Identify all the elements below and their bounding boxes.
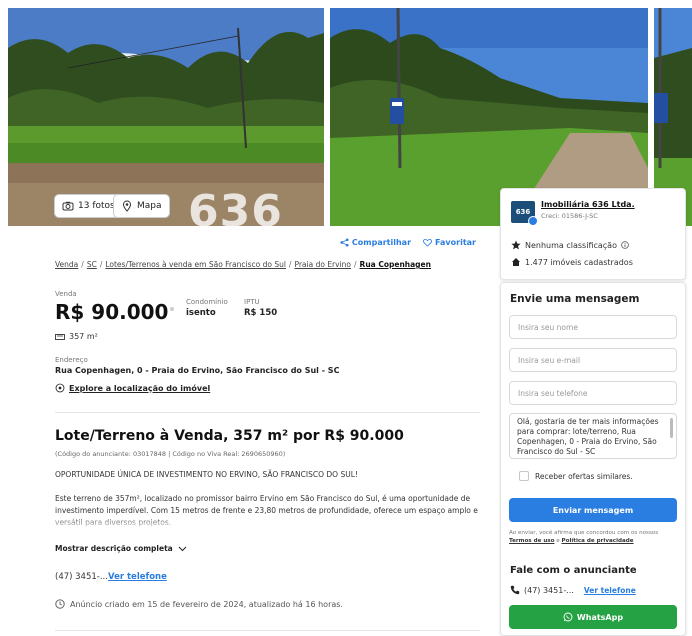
- explore-location-link[interactable]: Explore a localização do imóvel: [55, 383, 210, 393]
- terms-prefix: Ao enviar, você afirma que concordou com…: [509, 530, 659, 536]
- breadcrumb: Venda / SC / Lotes/Terrenos à venda em São F…: [55, 260, 431, 269]
- agency-name-link[interactable]: Imobiliária 636 Ltda.: [541, 200, 635, 209]
- map-label: Mapa: [137, 201, 162, 211]
- phone-input[interactable]: Insira seu telefone: [509, 381, 677, 405]
- address-label: Endereço: [55, 356, 88, 364]
- verified-badge-icon: [528, 216, 538, 226]
- show-phone-link[interactable]: Ver telefone: [108, 572, 167, 582]
- similar-offers-label: Receber ofertas similares.: [535, 471, 633, 481]
- divider: [55, 630, 480, 631]
- iptu-label: IPTU: [244, 298, 260, 306]
- map-button[interactable]: Mapa: [113, 194, 170, 218]
- advertiser-phone: (47) 3451-... Ver telefone: [510, 585, 636, 595]
- contact-form-title: Envie uma mensagem: [510, 293, 640, 305]
- separator-dot: [170, 307, 174, 311]
- breadcrumb-link[interactable]: Praia do Ervino: [294, 260, 351, 269]
- contact-form-card: Envie uma mensagem Insira seu nome Insir…: [500, 282, 686, 636]
- terms-and: e: [556, 538, 560, 544]
- advertiser-phone-prefix: (47) 3451-...: [524, 585, 574, 595]
- condo-value: isento: [186, 308, 216, 318]
- area-info: 357 m²: [55, 332, 98, 341]
- breadcrumb-link[interactable]: Venda: [55, 260, 78, 269]
- watermark-logo: 636: [188, 186, 283, 226]
- iptu-value: R$ 150: [244, 308, 278, 318]
- email-input[interactable]: Insira seu e-mail: [509, 348, 677, 372]
- advertiser-show-phone-link[interactable]: Ver telefone: [584, 586, 636, 595]
- address-text: Rua Copenhagen, 0 - Praia do Ervino, São…: [55, 366, 340, 375]
- name-input[interactable]: Insira seu nome: [509, 315, 677, 339]
- whatsapp-button[interactable]: WhatsApp: [509, 605, 677, 629]
- phone-prefix: (47) 3451-...: [55, 572, 108, 582]
- breadcrumb-link[interactable]: Lotes/Terrenos à venda em São Francisco …: [105, 260, 286, 269]
- listing-codes: (Código do anunciante: 03017848 | Código…: [55, 450, 286, 458]
- agency-creci: Creci: 01586-J-SC: [541, 212, 598, 220]
- contact-advertiser-title: Fale com o anunciante: [510, 565, 637, 576]
- rating-text: Nenhuma classificação: [525, 240, 617, 250]
- heart-icon: [423, 238, 432, 247]
- terms-notice: Ao enviar, você afirma que concordou com…: [509, 529, 681, 545]
- camera-icon: [62, 201, 74, 211]
- condo-fee: Condomínio isento: [186, 298, 228, 318]
- message-textarea[interactable]: Olá, gostaria de ter mais informações pa…: [509, 413, 677, 459]
- condo-label: Condomínio: [186, 298, 228, 306]
- agency-logo-text: 636: [515, 208, 531, 216]
- agency-card: 636 Imobiliária 636 Ltda. Creci: 01586-J…: [500, 188, 686, 280]
- agency-rating: Nenhuma classificação: [511, 240, 629, 250]
- home-icon: [512, 258, 520, 266]
- chevron-down-icon: [178, 546, 187, 551]
- show-more-label: Mostrar descrição completa: [55, 544, 173, 553]
- favorite-button[interactable]: Favoritar: [423, 238, 476, 247]
- listing-phone: (47) 3451-...Ver telefone: [55, 572, 167, 582]
- agency-listing-count: 1.477 imóveis cadastrados: [511, 257, 633, 267]
- breadcrumb-current[interactable]: Rua Copenhagen: [360, 260, 431, 269]
- favorite-label: Favoritar: [435, 238, 476, 247]
- breadcrumb-link[interactable]: SC: [87, 260, 97, 269]
- clock-icon: [55, 599, 65, 609]
- price-value: R$ 90.000: [55, 300, 169, 324]
- info-icon[interactable]: [621, 241, 629, 249]
- created-text: Anúncio criado em 15 de fevereiro de 202…: [70, 599, 343, 609]
- star-icon: [511, 240, 521, 250]
- share-icon: [340, 238, 349, 247]
- listing-dates: Anúncio criado em 15 de fevereiro de 202…: [55, 599, 343, 609]
- textarea-scrollbar[interactable]: [670, 418, 673, 438]
- privacy-policy-link[interactable]: Política de privacidade: [562, 538, 634, 544]
- listing-actions: Compartilhar Favoritar: [340, 238, 476, 247]
- share-label: Compartilhar: [351, 238, 412, 247]
- map-pin-icon: [55, 383, 65, 393]
- send-message-button[interactable]: Enviar mensagem: [509, 498, 677, 522]
- similar-offers-checkbox[interactable]: Receber ofertas similares.: [519, 471, 633, 481]
- checkbox-icon[interactable]: [519, 471, 529, 481]
- price-type-label: Venda: [55, 290, 77, 298]
- photos-count-label: 13 fotos: [78, 201, 115, 211]
- message-text: Olá, gostaria de ter mais informações pa…: [517, 417, 659, 456]
- address-block: Endereço Rua Copenhagen, 0 - Praia do Er…: [55, 356, 339, 375]
- agency-logo[interactable]: 636: [511, 201, 538, 226]
- listing-title: Lote/Terreno à Venda, 357 m² por R$ 90.0…: [55, 428, 404, 444]
- show-full-description-button[interactable]: Mostrar descrição completa: [55, 544, 187, 553]
- terms-of-use-link[interactable]: Termos de uso: [509, 538, 554, 544]
- phone-icon: [510, 585, 520, 595]
- map-pin-icon: [122, 200, 132, 212]
- whatsapp-icon: [563, 612, 573, 622]
- listing-count-text: 1.477 imóveis cadastrados: [525, 257, 633, 267]
- area-value: 357 m²: [69, 332, 98, 341]
- whatsapp-label: WhatsApp: [576, 612, 624, 622]
- divider: [55, 412, 480, 413]
- explore-location-label: Explore a localização do imóvel: [69, 383, 211, 393]
- description-headline: OPORTUNIDADE ÚNICA DE INVESTIMENTO NO ER…: [55, 470, 358, 479]
- price-block: Venda R$ 90.000: [55, 290, 168, 324]
- ruler-icon: [55, 333, 65, 340]
- share-button[interactable]: Compartilhar: [340, 238, 411, 247]
- iptu-fee: IPTU R$ 150: [244, 298, 277, 318]
- description-fade: [55, 515, 480, 531]
